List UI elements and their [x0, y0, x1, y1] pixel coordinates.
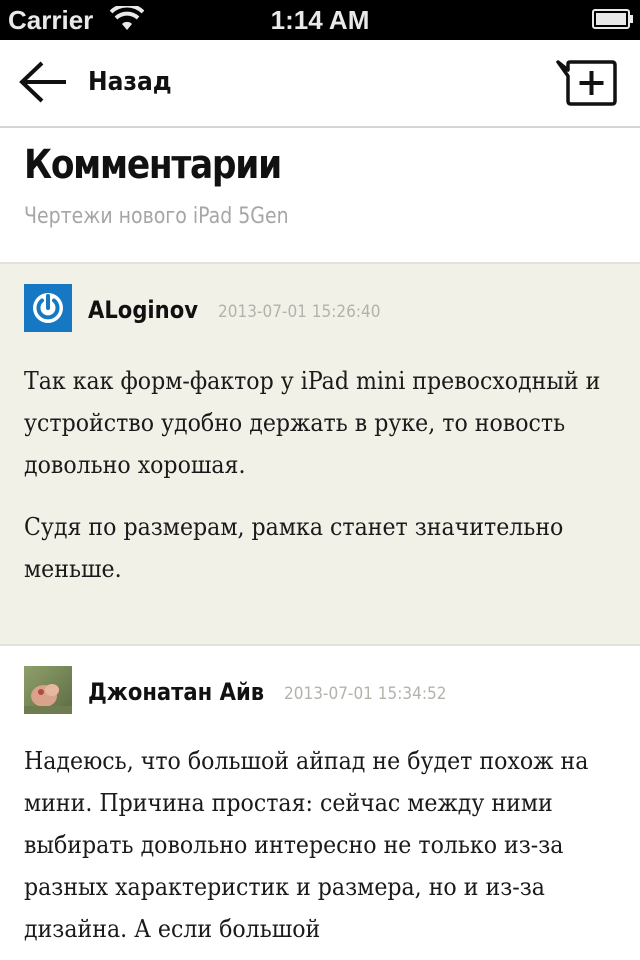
battery-icon: [592, 9, 633, 29]
comment-date: 2013-07-01 15:34:52: [284, 684, 447, 704]
status-time: 1:14 AM: [270, 5, 370, 35]
comments-header: Комментарии Чертежи нового iPad 5Gen: [0, 128, 640, 264]
arrow-left-icon: [19, 61, 66, 103]
comment-author[interactable]: ALoginov: [88, 296, 198, 324]
avatar[interactable]: [24, 284, 72, 332]
photo-avatar-icon: [24, 666, 72, 714]
comment-date: 2013-07-01 15:26:40: [218, 302, 381, 322]
comment-author[interactable]: Джонатан Айв: [88, 678, 264, 706]
comment-item: ALoginov 2013-07-01 15:26:40 Так как фор…: [0, 264, 640, 646]
comment-paragraph: Надеюсь, что большой айпад не будет похо…: [24, 747, 589, 943]
comment-item: Джонатан Айв 2013-07-01 15:34:52 Надеюсь…: [0, 646, 640, 960]
comment-body: Надеюсь, что большой айпад не будет похо…: [24, 740, 624, 960]
page-title: Комментарии: [24, 142, 282, 188]
comment-paragraph: Так как форм-фактор у iPad mini превосхо…: [24, 367, 601, 479]
avatar[interactable]: [24, 666, 72, 714]
back-label: Назад: [88, 67, 172, 97]
comment-body: Так как форм-фактор у iPad mini превосхо…: [24, 360, 624, 610]
back-button[interactable]: Назад: [18, 58, 172, 106]
power-logo-icon: [24, 284, 72, 332]
status-bar: Carrier 1:14 AM: [0, 0, 640, 40]
article-subtitle[interactable]: Чертежи нового iPad 5Gen: [24, 204, 289, 229]
add-comment-button[interactable]: [554, 58, 618, 110]
add-comment-icon: [556, 60, 617, 106]
comment-paragraph: Судя по размерам, рамка станет значитель…: [24, 513, 564, 583]
navigation-bar: Назад: [0, 40, 640, 128]
